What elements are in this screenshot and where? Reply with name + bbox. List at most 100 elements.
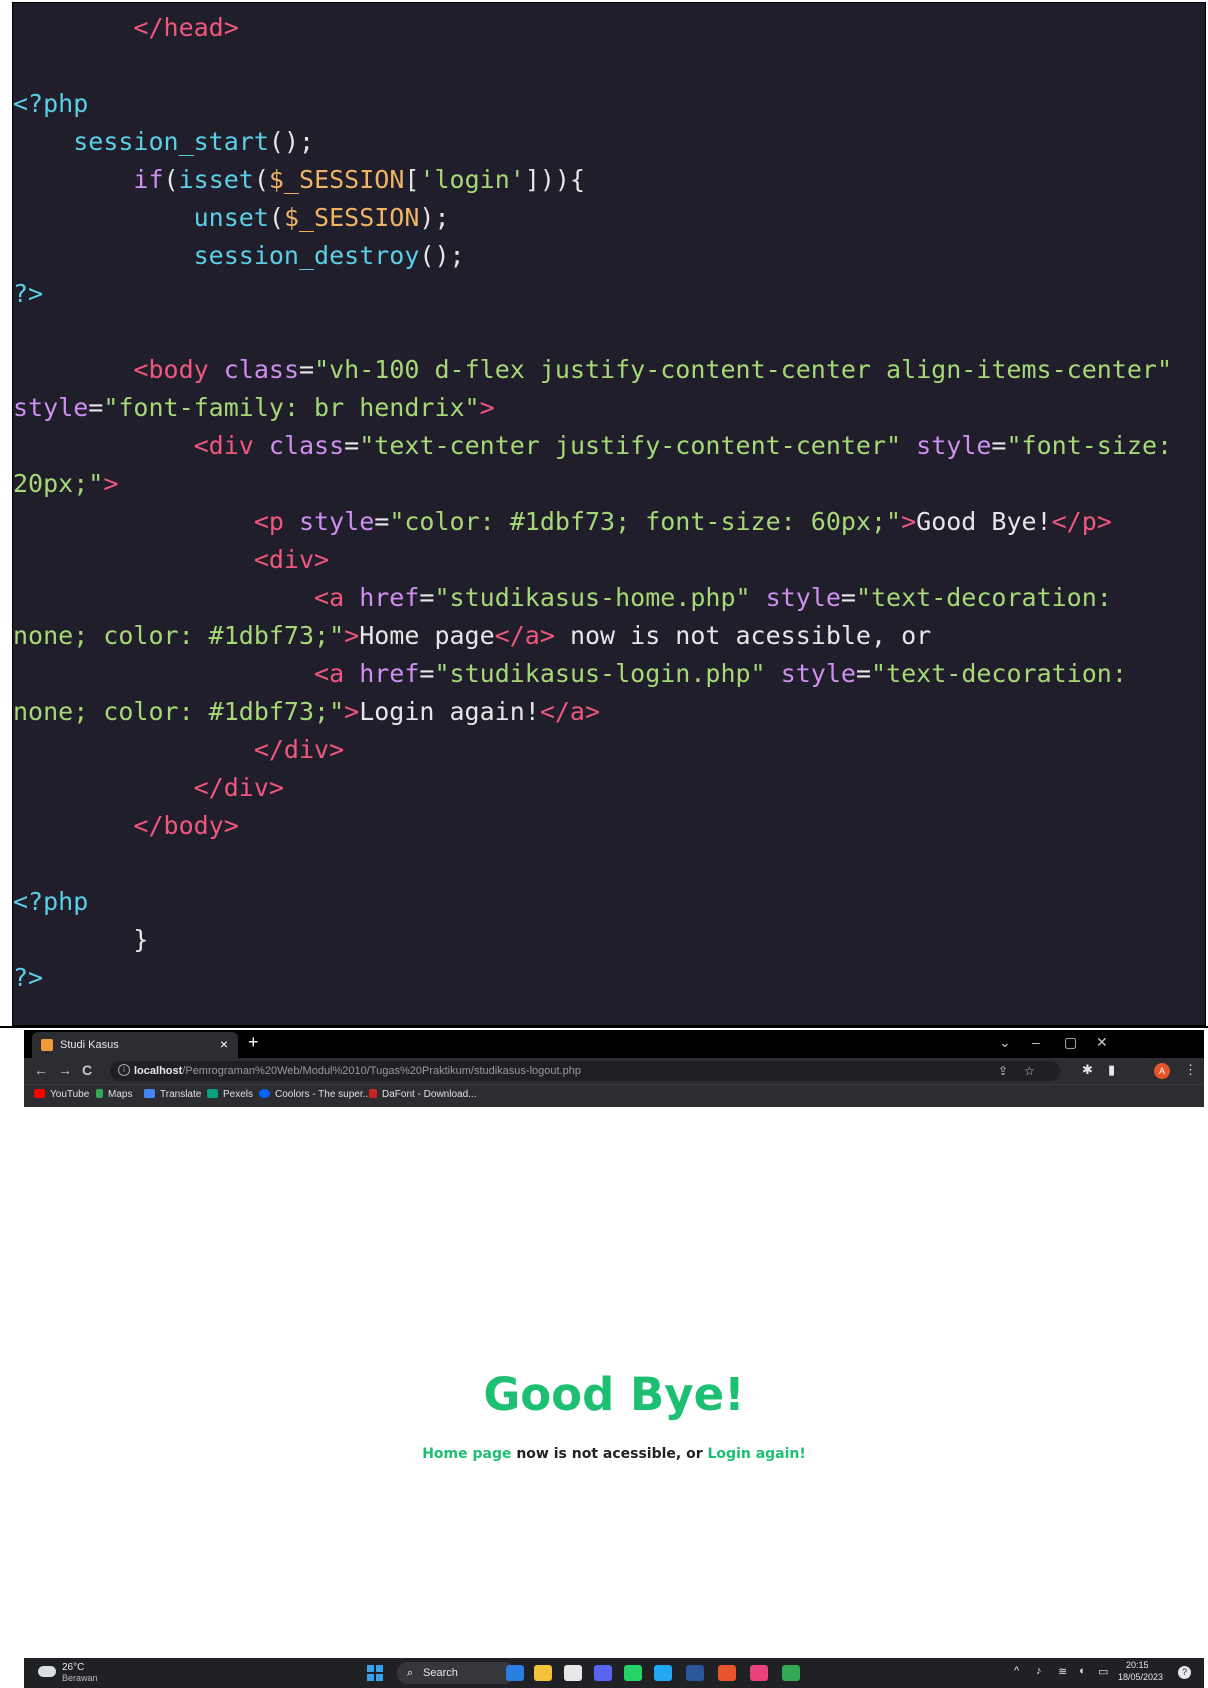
info-icon[interactable]: i [118,1064,130,1076]
code-token: <p [253,507,284,536]
discord-icon[interactable] [594,1665,612,1681]
address-bar[interactable]: i localhost/Pemrograman%20Web/Modul%2010… [110,1061,1060,1081]
code-token: "text-decoration: [855,583,1112,612]
windows-logo-icon [367,1665,374,1672]
translate-icon [144,1089,155,1098]
favicon-icon [41,1039,53,1051]
chevron-up-icon[interactable]: ^ [1014,1665,1019,1677]
home-page-link[interactable]: Home page [422,1446,511,1462]
code-line: </body> [13,807,1172,845]
code-token: </a> [494,621,555,650]
bookmark-maps[interactable]: Maps [96,1089,132,1100]
code-token: href [359,583,420,612]
code-token: isset [178,165,254,194]
notification-icon[interactable]: ? [1178,1666,1191,1679]
code-token: style [916,431,992,460]
wifi-icon[interactable]: ≋ [1058,1665,1067,1678]
search-label: Search [423,1667,458,1679]
profile-avatar[interactable]: A [1154,1063,1170,1079]
code-token: "studikasus-home.php" [434,583,751,612]
code-token: <div> [253,545,330,574]
bookmark-dafont[interactable]: DaFont - Download... [369,1089,477,1100]
forward-button[interactable]: → [58,1062,72,1078]
code-token: </p> [1051,507,1112,536]
bookmark-youtube[interactable]: YouTube [34,1089,89,1100]
bookmark-label: DaFont - Download... [382,1089,477,1100]
bookmark-translate[interactable]: Translate [144,1089,201,1100]
word-icon[interactable] [686,1665,704,1681]
tab-studi-kasus[interactable]: Studi Kasus × [32,1032,238,1058]
code-token: = [374,507,390,536]
bookmark-label: YouTube [50,1089,90,1100]
page-message: Home page now is not acessible, or Login… [24,1446,1204,1462]
code-token: > [479,393,495,422]
code-token: ( [163,165,179,194]
code-token: Home page [359,621,495,650]
code-token: = [299,355,315,384]
taskbar-search[interactable]: ⌕ Search [397,1662,515,1684]
code-token: ?> [13,279,44,308]
new-tab-button[interactable]: + [248,1032,259,1053]
code-token: style [299,507,375,536]
login-again-link[interactable]: Login again! [708,1446,806,1462]
close-window-button[interactable]: ✕ [1096,1034,1108,1051]
intellij-icon[interactable] [750,1665,768,1681]
weather-description: Berawan [62,1673,98,1683]
file-explorer-icon[interactable] [534,1665,552,1681]
start-button[interactable] [367,1665,383,1681]
restore-button[interactable]: ▢ [1064,1034,1077,1051]
code-token: </div> [253,735,345,764]
code-token: = [419,659,435,688]
url-text[interactable]: localhost/Pemrograman%20Web/Modul%2010/T… [134,1065,581,1077]
tab-search-icon[interactable]: ⌄ [999,1034,1011,1051]
bookmark-pexels[interactable]: Pexels [207,1089,253,1100]
bookmark-label: Pexels [223,1089,254,1100]
bookmark-label: Translate [160,1089,202,1100]
volume-icon[interactable]: ◖ [1078,1665,1085,1677]
code-token: "text-center justify-content-center" [359,431,902,460]
bookmark-star-icon[interactable]: ☆ [1024,1064,1035,1078]
code-token: ); [419,203,450,232]
divider [0,1026,1208,1028]
vscode-icon[interactable] [654,1665,672,1681]
tab-close-icon[interactable]: × [220,1036,228,1052]
chrome-profile-icon[interactable] [782,1665,800,1681]
code-token: session_destroy [193,241,420,270]
taskbar: 26°C Berawan ⌕ Search ^ ♪ ≋ ◖ ▭ 20:15 18… [24,1658,1204,1688]
code-token: <a [314,583,345,612]
code-token: </a> [539,697,601,726]
coolors-icon [259,1089,270,1098]
reload-button[interactable]: C [82,1062,92,1078]
bookmark-coolors[interactable]: Coolors - The super... [259,1089,371,1100]
code-token: if [133,165,164,194]
page-viewport: Good Bye! Home page now is not acessible… [24,1107,1204,1658]
code-line: <a href="studikasus-login.php" style="te… [13,655,1172,693]
code-token: Good Bye! [916,507,1052,536]
chrome-icon[interactable] [718,1665,736,1681]
whatsapp-icon[interactable] [624,1665,642,1681]
bookmark-label: Maps [108,1089,133,1100]
back-button[interactable]: ← [34,1062,48,1078]
menu-icon[interactable]: ⋮ [1184,1062,1197,1078]
clock-time[interactable]: 20:15 [1126,1660,1149,1670]
code-token: $_SESSION [268,165,405,194]
clock-date[interactable]: 18/05/2023 [1118,1672,1163,1682]
teams-icon[interactable] [564,1665,582,1681]
share-icon[interactable]: ⇪ [998,1064,1008,1078]
code-token: <div [193,431,254,460]
minimize-button[interactable]: – [1032,1034,1040,1050]
code-line: </div> [13,731,1172,769]
side-panel-icon[interactable]: ▮ [1108,1062,1115,1078]
microphone-icon[interactable]: ♪ [1036,1665,1042,1677]
battery-icon[interactable]: ▭ [1098,1665,1108,1678]
bing-icon[interactable] [506,1665,524,1681]
extensions-icon[interactable]: ✱ [1082,1062,1093,1078]
